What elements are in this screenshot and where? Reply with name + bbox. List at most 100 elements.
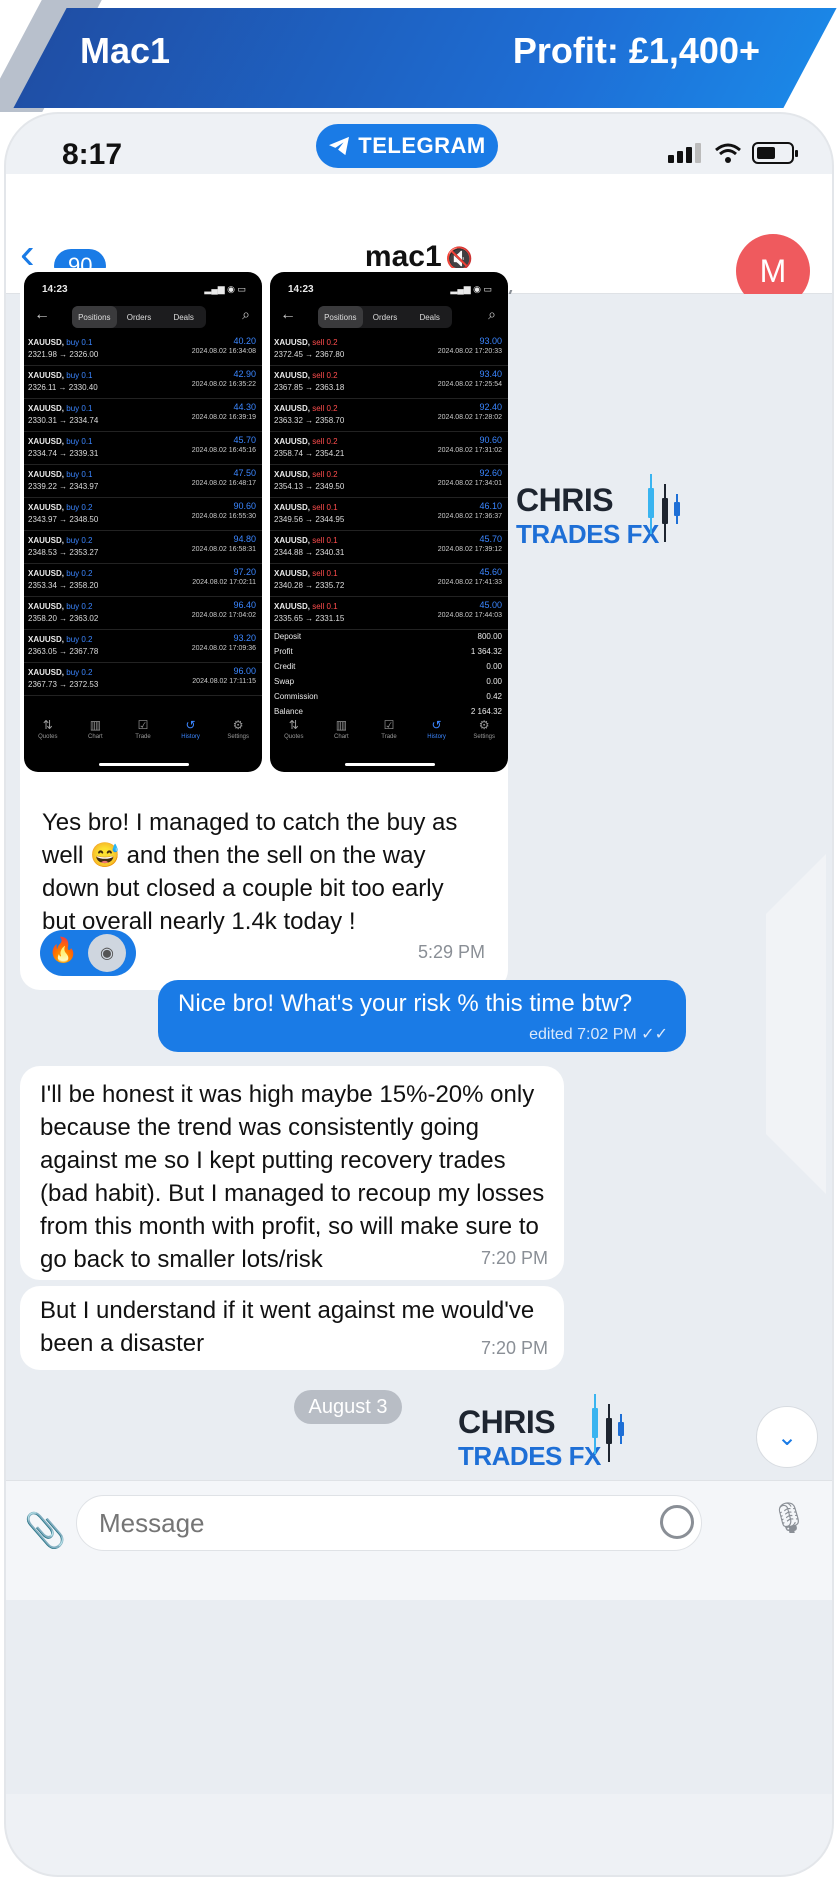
trade-side: buy 0.1 xyxy=(66,404,93,413)
mt-home-indicator xyxy=(99,763,189,766)
summary-label: Commission xyxy=(274,692,319,701)
system-icons xyxy=(668,142,798,164)
chart-icon: ▥ xyxy=(335,718,348,732)
trade-side: buy 0.1 xyxy=(66,470,93,479)
message-text: Yes bro! I managed to catch the buy as w… xyxy=(42,809,458,935)
mt5-screenshot-right[interactable]: 14:23 ▂▄▆ ◉ ▭ ← Positions Orders Deals ⌕… xyxy=(270,272,508,772)
trade-profit: 45.60 xyxy=(479,567,502,577)
trade-prices: 2326.11 → 2330.40 xyxy=(28,383,98,392)
mt-tab-positions: Positions xyxy=(318,306,363,328)
mt-nav-label: Trade xyxy=(135,734,151,740)
trade-row: XAUUSD, sell 0.2 2363.32 → 2358.70 92.40 20… xyxy=(270,400,508,432)
history-icon: ↺ xyxy=(431,718,442,732)
trade-row: XAUUSD, buy 0.2 2367.73 → 2372.53 96.00 202… xyxy=(24,664,262,696)
trade-prices: 2335.65 → 2331.15 xyxy=(274,614,345,623)
trade-side: buy 0.1 xyxy=(66,371,93,380)
brand-line1: CHRIS xyxy=(458,1404,556,1440)
trade-side: buy 0.2 xyxy=(66,635,93,644)
mt-tab-orders: Orders xyxy=(126,312,152,322)
mt-tabs: Positions Orders Deals xyxy=(318,306,452,328)
message-time: 7:20 PM xyxy=(480,1248,548,1268)
mt-search-icon: ⌕ xyxy=(242,306,250,322)
trade-prices: 2358.74 → 2354.21 xyxy=(274,449,345,458)
trade-profit: 45.70 xyxy=(479,534,502,544)
mt-nav-settings: ⚙ Settings xyxy=(460,718,508,754)
candlestick-icon xyxy=(588,1394,628,1464)
mt-toolbar: ← Positions Orders Deals ⌕ xyxy=(270,304,508,330)
trade-symbol: XAUUSD, sell 0.1 xyxy=(274,569,338,578)
trade-row: XAUUSD, buy 0.1 2326.11 → 2330.40 42.90 202… xyxy=(24,367,262,399)
trade-prices: 2344.88 → 2340.31 xyxy=(274,548,345,557)
mt5-screenshot-left[interactable]: 14:23 ▂▄▆ ◉ ▭ ← Positions Orders Deals ⌕… xyxy=(24,272,262,772)
screenshot-root: { "banner": {"name": "Mac1", "profit": "… xyxy=(0,0,838,1877)
trade-row: XAUUSD, buy 0.1 2321.98 → 2326.00 40.20 202… xyxy=(24,334,262,366)
mt-nav-label: Settings xyxy=(227,734,250,740)
attachment-paperclip-icon[interactable]: 📎 xyxy=(24,1511,66,1551)
trade-row: XAUUSD, sell 0.1 2340.28 → 2335.72 45.60 20… xyxy=(270,565,508,597)
trade-row: XAUUSD, buy 0.2 2358.20 → 2363.02 96.40 202… xyxy=(24,598,262,630)
summary-label: Profit xyxy=(274,647,293,656)
scroll-down-chevron-icon[interactable]: ⌄ xyxy=(756,1406,818,1468)
trade-side: sell 0.1 xyxy=(312,536,338,545)
trade-symbol: XAUUSD, sell 0.1 xyxy=(274,503,338,512)
mt-time: 14:23 xyxy=(42,284,68,295)
message-input[interactable] xyxy=(76,1495,702,1551)
candlestick-icon xyxy=(644,474,684,544)
trade-prices: 2367.73 → 2372.53 xyxy=(28,680,99,689)
trade-side: buy 0.2 xyxy=(66,602,93,611)
trade-symbol: XAUUSD, sell 0.2 xyxy=(274,371,338,380)
trade-datetime: 2024.08.02 17:39:12 xyxy=(437,546,502,553)
trade-row: XAUUSD, sell 0.2 2372.45 → 2367.80 93.00 20… xyxy=(270,334,508,366)
trade-prices: 2367.85 → 2363.18 xyxy=(274,383,345,392)
trade-side: sell 0.2 xyxy=(312,338,338,347)
message-input-bar: 📎 🎙 xyxy=(6,1480,832,1600)
trade-prices: 2330.31 → 2334.74 xyxy=(28,416,99,425)
trade-row: XAUUSD, buy 0.2 2363.05 → 2367.78 93.20 202… xyxy=(24,631,262,663)
message-bubble-incoming[interactable]: But I understand if it went against me w… xyxy=(20,1286,564,1370)
summary-value: 0.00 xyxy=(486,662,502,671)
message-text: I'll be honest it was high maybe 15%-20%… xyxy=(40,1081,545,1273)
wifi-icon xyxy=(715,143,741,163)
trade-side: buy 0.2 xyxy=(66,569,93,578)
trade-symbol: XAUUSD, sell 0.1 xyxy=(274,536,338,545)
summary-row: Profit 1 364.32 xyxy=(274,647,502,661)
trade-prices: 2321.98 → 2326.00 xyxy=(28,350,99,359)
mt-nav-label: Quotes xyxy=(284,734,304,740)
reactor-avatar: ◉ xyxy=(88,934,126,972)
trade-side: buy 0.1 xyxy=(66,437,93,446)
microphone-icon[interactable]: 🎙 xyxy=(770,1501,808,1536)
trade-side: buy 0.2 xyxy=(66,536,93,545)
reactions-bar[interactable]: 🔥 ◉ xyxy=(40,930,136,976)
top-banner: Mac1 Profit: £1,400+ xyxy=(0,0,838,112)
summary-label: Deposit xyxy=(274,632,302,641)
telegram-pill: TELEGRAM xyxy=(316,124,498,168)
mt-nav-history: ↺ History xyxy=(167,718,215,754)
summary-row: Commission 0.42 xyxy=(274,692,502,706)
trade-row: XAUUSD, sell 0.2 2358.74 → 2354.21 90.60 20… xyxy=(270,433,508,465)
settings-gear-icon: ⚙ xyxy=(232,718,244,732)
trade-row: XAUUSD, sell 0.1 2335.65 → 2331.15 45.00 20… xyxy=(270,598,508,630)
fire-reaction[interactable]: 🔥 xyxy=(48,936,78,965)
quotes-icon: ⇅ xyxy=(288,718,299,732)
sticker-icon[interactable] xyxy=(660,1505,694,1539)
mt-nav-quotes: ⇅ Quotes xyxy=(270,718,318,754)
trade-row: XAUUSD, sell 0.1 2344.88 → 2340.31 45.70 20… xyxy=(270,532,508,564)
summary-value: 1 364.32 xyxy=(470,647,502,656)
trade-prices: 2349.56 → 2344.95 xyxy=(274,515,345,524)
message-bubble-outgoing[interactable]: Nice bro! What's your risk % this time b… xyxy=(158,980,686,1052)
mt-home-indicator xyxy=(345,763,435,766)
trade-profit: 45.00 xyxy=(479,600,502,610)
trade-row: XAUUSD, buy 0.1 2334.74 → 2339.31 45.70 202… xyxy=(24,433,262,465)
mt-nav-settings: ⚙ Settings xyxy=(214,718,262,754)
mt-tabs: Positions Orders Deals xyxy=(72,306,206,328)
trade-datetime: 2024.08.02 16:34:08 xyxy=(191,348,256,355)
mt-bottom-nav: ⇅ Quotes ▥ Chart ☑ Trade ↺ History ⚙ Settings xyxy=(270,718,508,754)
trade-prices: 2348.53 → 2353.27 xyxy=(28,548,99,557)
trade-profit: 96.40 xyxy=(233,600,256,610)
message-bubble-incoming[interactable]: I'll be honest it was high maybe 15%-20%… xyxy=(20,1066,564,1280)
trade-profit: 45.70 xyxy=(233,435,256,445)
mt-back-arrow-icon: ← xyxy=(280,306,296,323)
trade-profit: 94.80 xyxy=(233,534,256,544)
trade-row: XAUUSD, sell 0.2 2354.13 → 2349.50 92.60 20… xyxy=(270,466,508,498)
summary-value: 800.00 xyxy=(477,632,502,641)
